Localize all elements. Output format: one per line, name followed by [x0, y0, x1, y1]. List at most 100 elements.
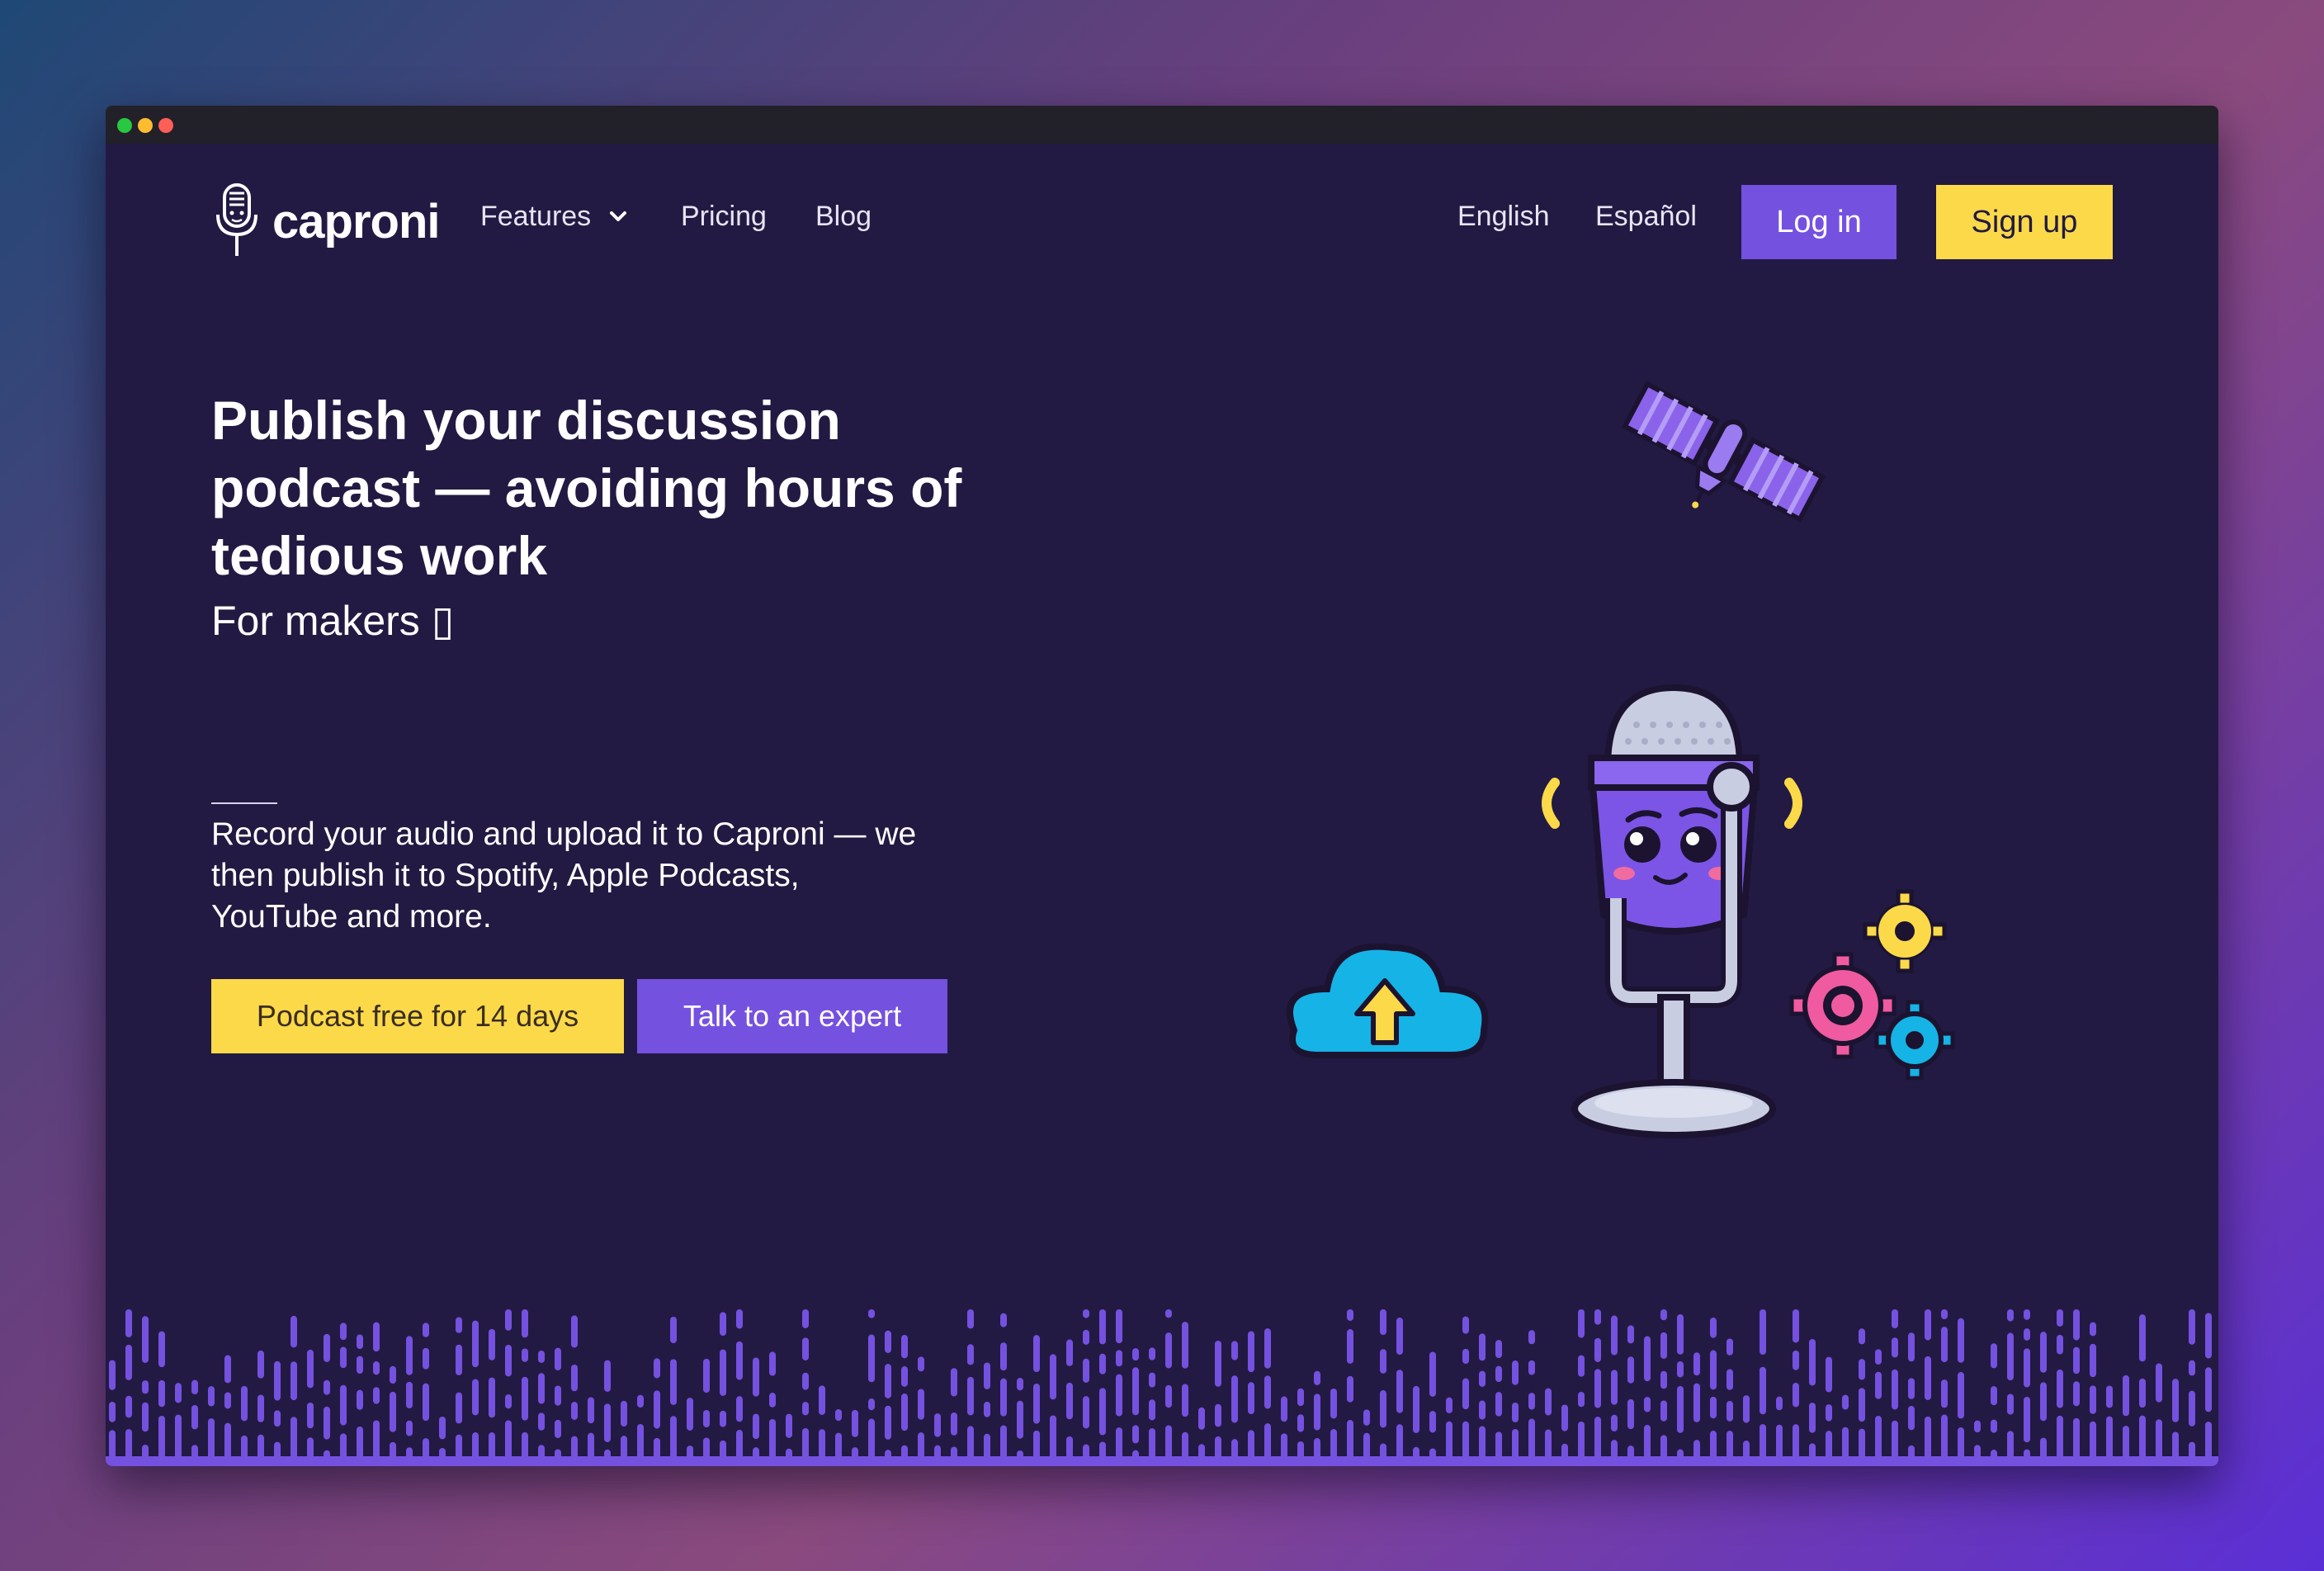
waveform-bar — [142, 1380, 149, 1394]
waveform-bar — [357, 1334, 363, 1350]
waveform-bar — [1892, 1337, 1898, 1358]
waveform-bar — [1726, 1400, 1733, 1422]
waveform-bar — [1644, 1397, 1651, 1412]
waveform-bar — [406, 1381, 413, 1409]
waveform-bar — [1050, 1415, 1056, 1462]
waveform-bar — [191, 1379, 198, 1395]
waveform-bar — [1347, 1420, 1353, 1462]
waveform-bar — [472, 1379, 479, 1416]
waveform-bar — [1842, 1394, 1849, 1410]
waveform-bar — [290, 1361, 297, 1401]
waveform-bar — [1099, 1353, 1106, 1375]
waveform-bar — [142, 1316, 149, 1363]
waveform-bar — [736, 1341, 743, 1380]
waveform-bar — [1314, 1370, 1320, 1385]
waveform-bar — [1611, 1370, 1618, 1405]
waveform-bar — [324, 1333, 330, 1362]
waveform-bar — [1941, 1327, 1948, 1363]
waveform-bar — [802, 1309, 809, 1328]
waveform-bar — [390, 1365, 396, 1384]
waveform-bar — [885, 1364, 891, 1398]
nav-blog-link[interactable]: Blog — [815, 200, 872, 233]
waveform-bar — [588, 1397, 594, 1424]
browser-window: caproni Features Pricing Blog English Es… — [106, 106, 2218, 1466]
waveform-bar — [522, 1376, 528, 1421]
waveform-bar — [1875, 1371, 1882, 1399]
waveform-bar — [1182, 1322, 1188, 1369]
waveform-bar — [1000, 1313, 1007, 1327]
nav-features-label: Features — [480, 201, 592, 232]
waveform-bar — [802, 1372, 809, 1390]
waveform-bar — [307, 1402, 314, 1429]
waveform-bar — [604, 1360, 611, 1392]
free-trial-button[interactable]: Podcast free for 14 days — [211, 979, 624, 1053]
waveform-bar — [125, 1344, 132, 1380]
waveform-bar — [456, 1317, 462, 1333]
hero-description: Record your audio and upload it to Capro… — [211, 816, 917, 935]
login-button[interactable]: Log in — [1741, 185, 1897, 259]
waveform-bar — [224, 1392, 231, 1409]
waveform-bar — [1396, 1370, 1403, 1413]
signup-button[interactable]: Sign up — [1936, 185, 2113, 259]
language-espanol-link[interactable]: Español — [1595, 200, 1697, 233]
waveform-bar — [1198, 1407, 1205, 1430]
waveform-bar — [1446, 1421, 1452, 1462]
waveform-bar — [456, 1344, 462, 1375]
waveform-bar — [1594, 1417, 1601, 1462]
waveform-bar — [1644, 1336, 1651, 1382]
logo-link[interactable]: caproni — [208, 182, 456, 261]
logo-wordmark: caproni — [272, 194, 440, 248]
waveform-bar — [109, 1360, 116, 1390]
waveform-bar — [852, 1409, 858, 1437]
waveform-bar — [868, 1309, 875, 1318]
waveform-bar — [1396, 1318, 1403, 1356]
waveform-bar — [1297, 1388, 1304, 1407]
language-english-link[interactable]: English — [1457, 200, 1550, 233]
waveform-bar — [1809, 1338, 1816, 1386]
waveform-bar — [1033, 1335, 1040, 1372]
waveform-bar — [2024, 1328, 2030, 1341]
waveform-bar — [1330, 1389, 1337, 1419]
waveform-bar — [703, 1358, 710, 1394]
waveform-bar — [1165, 1332, 1172, 1369]
waveform-bar — [1347, 1309, 1353, 1322]
waveform-bar — [1479, 1400, 1486, 1420]
waveform-bar — [670, 1359, 677, 1405]
hero-subhead: For makers ▯ — [211, 598, 455, 644]
waveform-bar — [1875, 1349, 1882, 1365]
waveform-bar — [868, 1418, 875, 1462]
nav-pricing-link[interactable]: Pricing — [681, 200, 767, 233]
waveform-bar — [423, 1323, 429, 1337]
waveform-bar — [1429, 1351, 1436, 1397]
talk-to-expert-button[interactable]: Talk to an expert — [637, 979, 947, 1053]
nav-features-dropdown[interactable]: Features — [480, 200, 631, 233]
window-minimize-button[interactable] — [138, 118, 153, 133]
waveform-bar — [654, 1358, 660, 1379]
waveform-bar — [439, 1417, 446, 1440]
waveform-bar — [2073, 1417, 2080, 1462]
waveform-bar — [1859, 1388, 1865, 1422]
waveform-bar — [274, 1410, 281, 1427]
waveform-bar — [802, 1402, 809, 1416]
waveform-bar — [2057, 1369, 2063, 1408]
waveform-bar — [1495, 1340, 1502, 1358]
waveform-bar — [2040, 1382, 2047, 1422]
waveform-bar — [1380, 1349, 1386, 1374]
waveform-bar — [1892, 1309, 1898, 1329]
window-close-button[interactable] — [158, 118, 173, 133]
waveform-bar — [1528, 1330, 1535, 1345]
waveform-bar — [1958, 1318, 1964, 1363]
waveform-bar — [1149, 1372, 1155, 1388]
waveform-bar — [1892, 1369, 1898, 1410]
waveform-bar — [1826, 1356, 1832, 1393]
waveform-bar — [1132, 1348, 1139, 1361]
waveform-bar — [1611, 1414, 1618, 1431]
waveform-bar — [720, 1410, 726, 1427]
window-maximize-button[interactable] — [117, 118, 132, 133]
waveform-bar — [1677, 1361, 1684, 1378]
waveform-bar — [1710, 1396, 1717, 1419]
waveform-bar — [571, 1402, 578, 1420]
waveform-bar — [1793, 1309, 1799, 1343]
waveform-bar — [538, 1350, 545, 1363]
waveform-bar — [2024, 1309, 2030, 1320]
